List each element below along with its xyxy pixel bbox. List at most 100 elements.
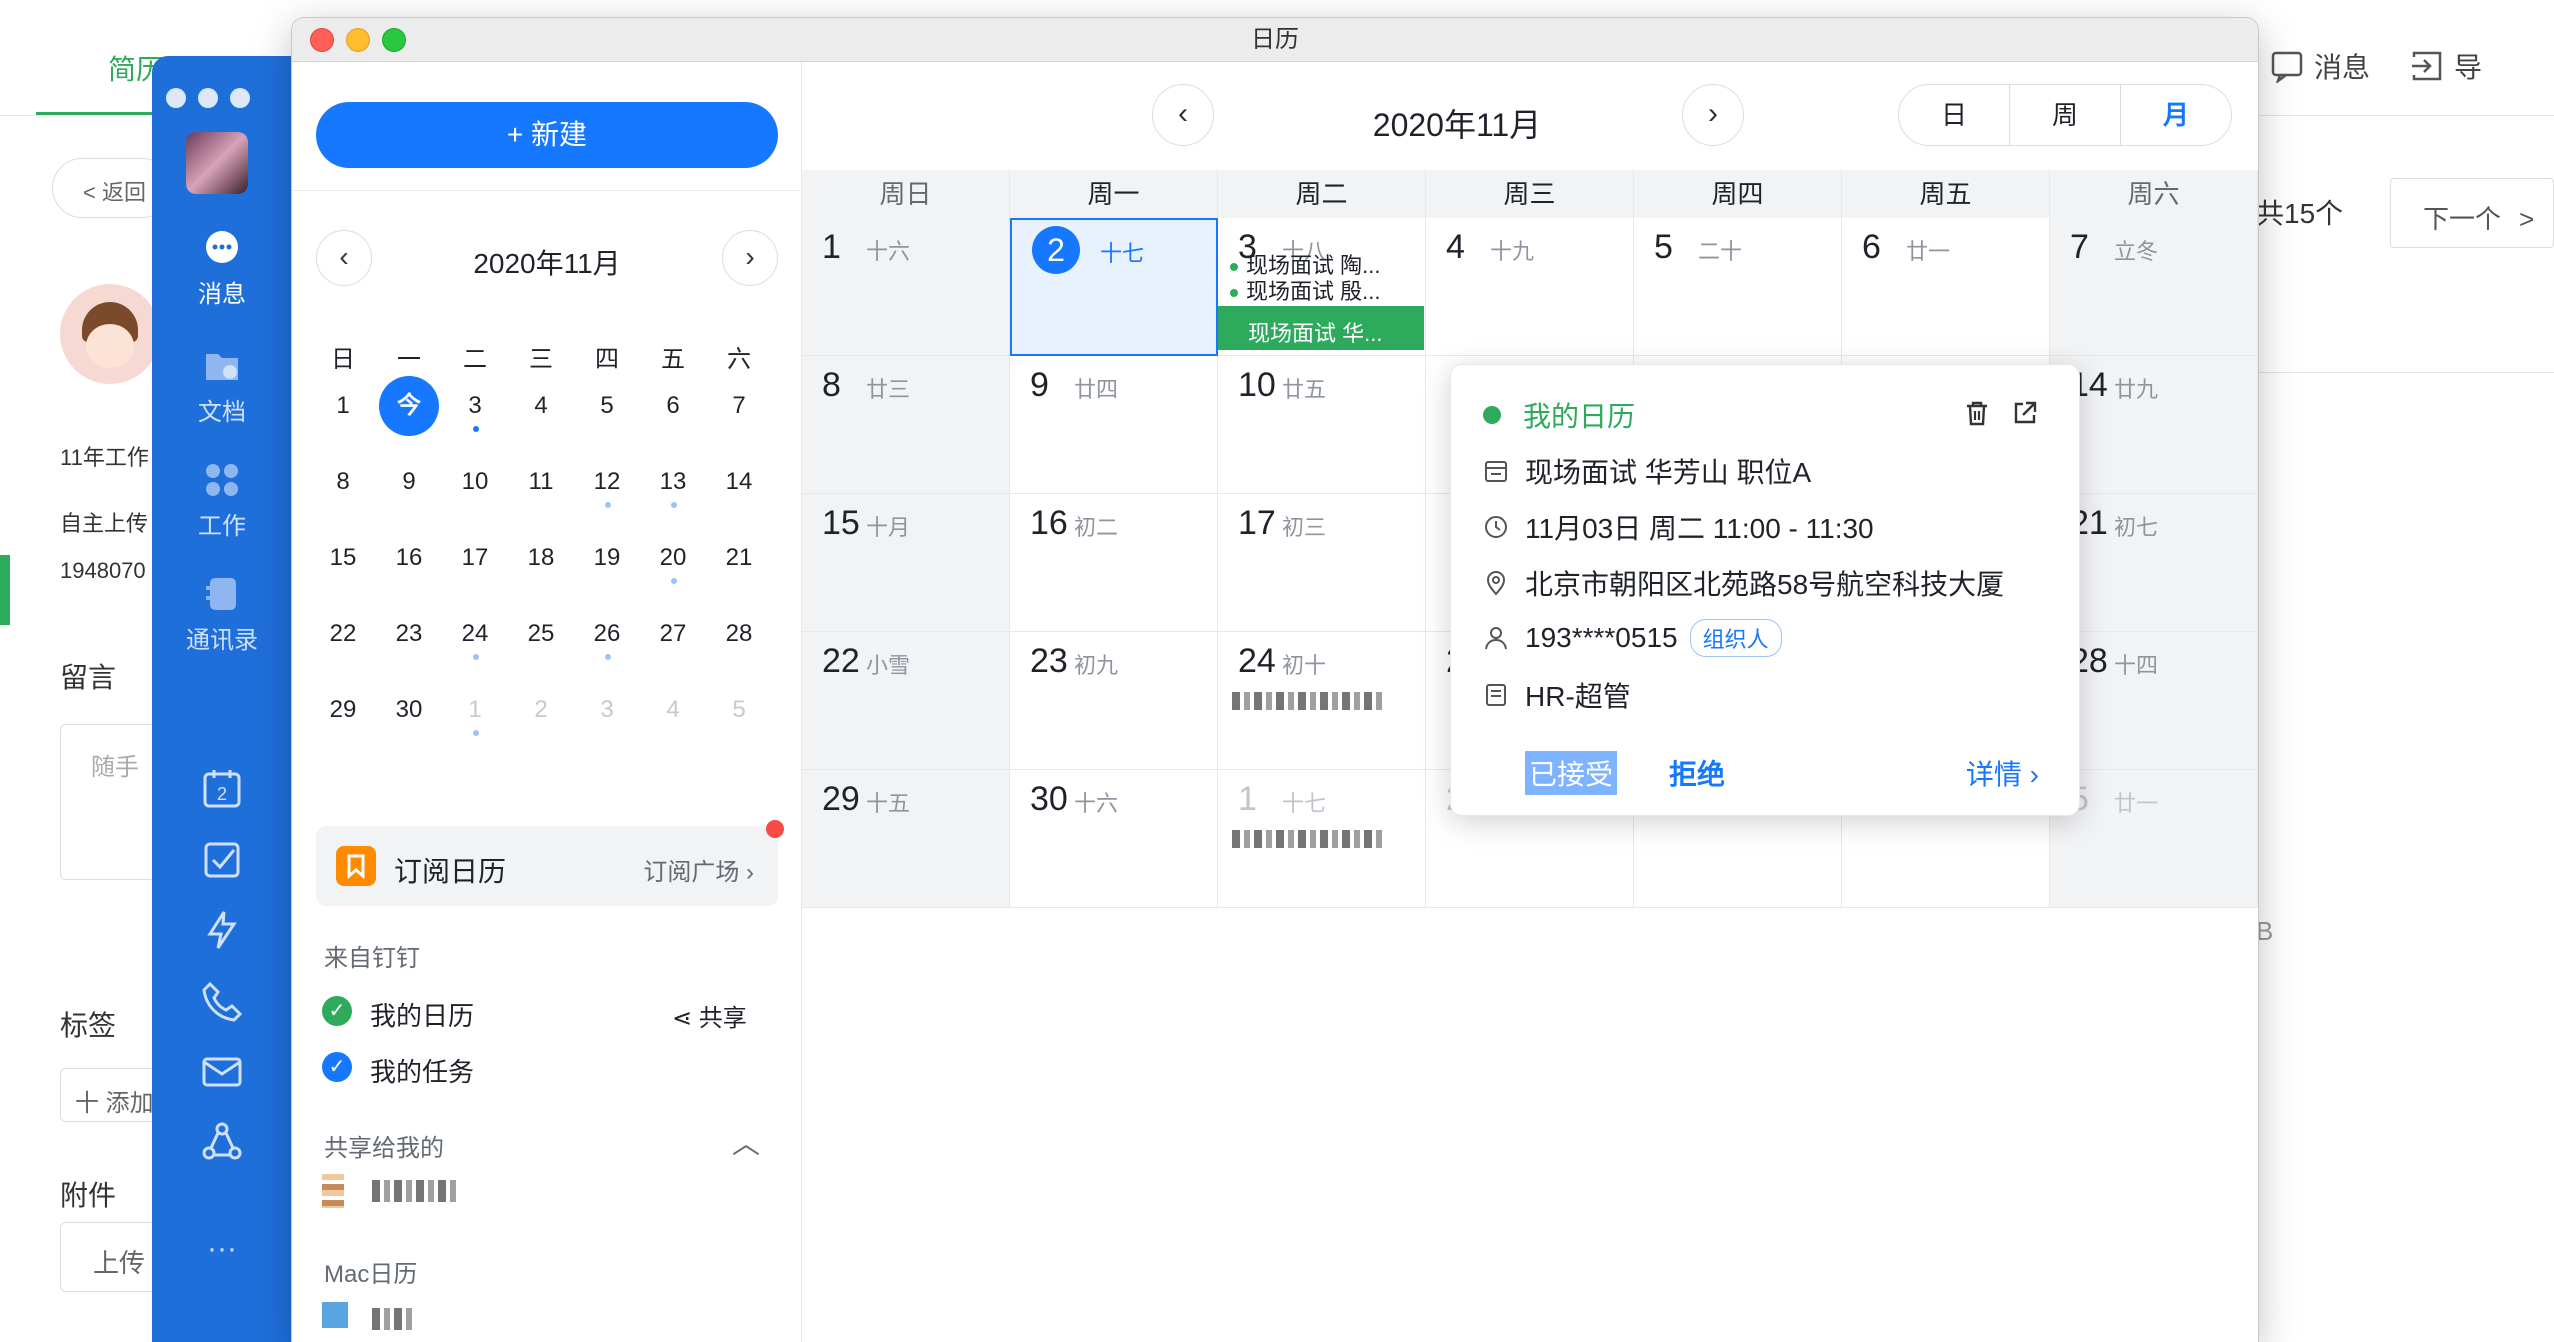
mini-day[interactable]: 21 <box>706 528 772 588</box>
day-cell[interactable]: 1 十七 <box>1218 770 1426 908</box>
mini-day[interactable]: 10 <box>442 452 508 512</box>
zoom-button[interactable] <box>382 28 406 52</box>
mini-day[interactable]: 27 <box>640 604 706 664</box>
mini-day[interactable]: 23 <box>376 604 442 664</box>
phone-icon[interactable] <box>200 978 244 1022</box>
subscribe-calendar[interactable]: 订阅日历 订阅广场 › <box>316 820 784 906</box>
day-cell[interactable]: 14 廿九 <box>2050 356 2258 494</box>
zoom-dot[interactable] <box>230 88 250 108</box>
mini-day[interactable]: 11 <box>508 452 574 512</box>
view-month[interactable]: 月 <box>2121 85 2231 145</box>
user-avatar[interactable] <box>186 132 248 194</box>
day-cell[interactable]: 23 初九 <box>1010 632 1218 770</box>
nav-item-docs[interactable]: 文档 <box>152 346 292 427</box>
mini-day[interactable]: 14 <box>706 452 772 512</box>
my-calendar-checkbox[interactable]: ✓ <box>322 996 352 1026</box>
prev-month-button[interactable]: ‹ <box>1152 84 1214 146</box>
mini-day[interactable]: 5 <box>574 376 640 436</box>
day-cell[interactable]: 28 十四 <box>2050 632 2258 770</box>
day-cell[interactable]: 3 十八 现场面试 陶... 现场面试 殷... 现场面试 华... <box>1218 218 1426 356</box>
messages-link[interactable]: 消息 <box>2270 46 2370 86</box>
lightning-icon[interactable] <box>200 908 244 952</box>
day-cell[interactable]: 22 小雪 <box>802 632 1010 770</box>
chevron-up-icon[interactable]: ︿ <box>732 1122 760 1162</box>
day-cell[interactable]: 21 初七 <box>2050 494 2258 632</box>
mini-day[interactable]: 3 <box>574 680 640 740</box>
event-blurred[interactable] <box>1232 830 1382 848</box>
nav-item-messages[interactable]: 消息 <box>152 228 292 309</box>
close-dot[interactable] <box>166 88 186 108</box>
mini-day[interactable]: 4 <box>640 680 706 740</box>
mini-next-button[interactable]: › <box>722 230 778 286</box>
mini-prev-button[interactable]: ‹ <box>316 230 372 286</box>
view-week[interactable]: 周 <box>2010 85 2121 145</box>
day-cell[interactable]: 6 廿一 <box>1842 218 2050 356</box>
nav-item-contacts[interactable]: 通讯录 <box>152 574 292 655</box>
day-cell[interactable]: 7 立冬 <box>2050 218 2258 356</box>
day-cell[interactable]: 4 十九 <box>1426 218 1634 356</box>
todo-check-icon[interactable] <box>200 838 244 882</box>
trash-icon[interactable] <box>1963 399 1991 427</box>
calendar-event[interactable]: 现场面试 殷... <box>1230 274 1380 306</box>
my-tasks-checkbox[interactable]: ✓ <box>322 1052 352 1082</box>
mini-day[interactable]: 22 <box>310 604 376 664</box>
mini-day[interactable]: 30 <box>376 680 442 740</box>
day-cell[interactable]: 9 廿四 <box>1010 356 1218 494</box>
mini-day[interactable]: 1 <box>442 680 508 740</box>
day-cell[interactable]: 10 廿五 <box>1218 356 1426 494</box>
view-day[interactable]: 日 <box>1899 85 2010 145</box>
day-cell[interactable]: 29 十五 <box>802 770 1010 908</box>
day-cell[interactable]: 5 二十 <box>1634 218 1842 356</box>
close-button[interactable] <box>310 28 334 52</box>
minimize-button[interactable] <box>346 28 370 52</box>
day-cell[interactable]: 15 十月 <box>802 494 1010 632</box>
mini-day[interactable]: 3 <box>442 376 508 436</box>
mini-day[interactable]: 4 <box>508 376 574 436</box>
mini-day[interactable]: 20 <box>640 528 706 588</box>
event-blurred[interactable] <box>1232 692 1382 710</box>
next-button[interactable]: 下一个 > <box>2390 178 2554 248</box>
share-button[interactable]: ⋖ 共享 <box>672 998 747 1033</box>
mini-day[interactable]: 19 <box>574 528 640 588</box>
reject-button[interactable]: 拒绝 <box>1669 753 1725 793</box>
export-link[interactable]: 导 <box>2410 46 2482 86</box>
day-cell[interactable]: 5廿一 <box>2050 770 2258 908</box>
mini-day[interactable]: 29 <box>310 680 376 740</box>
mini-day[interactable]: 25 <box>508 604 574 664</box>
details-link[interactable]: 详情 › <box>1966 753 2039 793</box>
day-cell[interactable]: 30 十六 <box>1010 770 1218 908</box>
day-cell-selected[interactable]: 2 十七 <box>1010 218 1218 356</box>
mini-day[interactable]: 13 <box>640 452 706 512</box>
mini-day[interactable]: 17 <box>442 528 508 588</box>
subscribe-plaza-link[interactable]: 订阅广场 › <box>643 852 754 887</box>
mini-day[interactable]: 6 <box>640 376 706 436</box>
next-month-button[interactable]: › <box>1682 84 1744 146</box>
calendar-event[interactable]: 现场面试 华... <box>1218 306 1424 350</box>
open-external-icon[interactable] <box>2011 399 2039 427</box>
org-icon[interactable] <box>200 1120 244 1164</box>
calendar-icon[interactable]: 2 <box>200 766 244 810</box>
new-event-button[interactable]: + 新建 <box>316 102 778 168</box>
mini-day[interactable]: 7 <box>706 376 772 436</box>
mini-day[interactable]: 18 <box>508 528 574 588</box>
day-cell[interactable]: 17 初三 <box>1218 494 1426 632</box>
minimize-dot[interactable] <box>198 88 218 108</box>
mini-day[interactable]: 2 <box>508 680 574 740</box>
mail-icon[interactable] <box>200 1050 244 1094</box>
nav-item-work[interactable]: 工作 <box>152 460 292 541</box>
day-cell[interactable]: 8 廿三 <box>802 356 1010 494</box>
more-icon[interactable]: ··· <box>152 1232 292 1266</box>
mini-day[interactable]: 12 <box>574 452 640 512</box>
mini-day[interactable]: 26 <box>574 604 640 664</box>
mini-day[interactable]: 8 <box>310 452 376 512</box>
day-cell[interactable]: 1 十六 <box>802 218 1010 356</box>
mini-day[interactable]: 9 <box>376 452 442 512</box>
mini-day[interactable]: 24 <box>442 604 508 664</box>
mini-day[interactable]: 5 <box>706 680 772 740</box>
mini-day-today[interactable]: 今 <box>376 376 442 436</box>
accepted-button[interactable]: 已接受 <box>1525 751 1618 795</box>
mini-day[interactable]: 15 <box>310 528 376 588</box>
mini-day[interactable]: 1 <box>310 376 376 436</box>
day-cell[interactable]: 24 初十 <box>1218 632 1426 770</box>
mini-day[interactable]: 28 <box>706 604 772 664</box>
